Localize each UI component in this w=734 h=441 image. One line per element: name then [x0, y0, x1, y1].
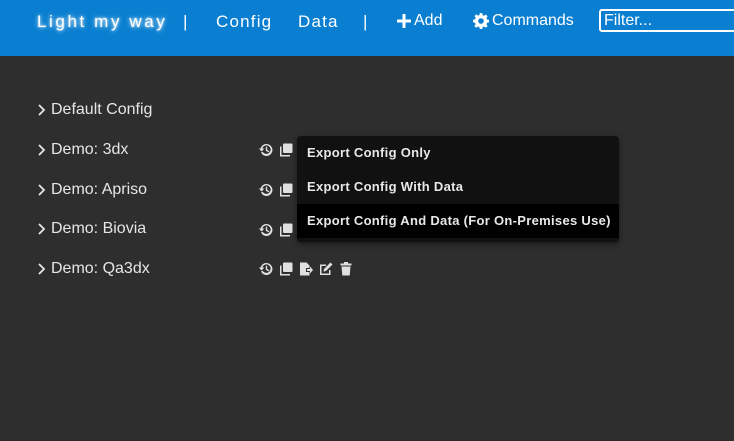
menu-item-export-config-with-data[interactable]: Export Config With Data: [297, 170, 619, 204]
export-menu: Export Config Only Export Config With Da…: [297, 136, 619, 242]
gear-icon: [473, 13, 489, 29]
config-item-label: Default Config: [51, 101, 153, 118]
history-icon[interactable]: [259, 183, 273, 197]
add-button[interactable]: Add: [397, 12, 442, 30]
nav-data-link[interactable]: Data: [298, 12, 339, 32]
config-tools-demo-qa3dx: [259, 262, 353, 276]
nav-config-link[interactable]: Config: [216, 12, 272, 32]
menu-item-export-config-only[interactable]: Export Config Only: [297, 136, 619, 170]
config-item-label: Demo: 3dx: [51, 141, 129, 158]
app-brand[interactable]: Light my way: [37, 12, 167, 32]
chevron-right-icon: [37, 223, 51, 235]
config-item-label: Demo: Qa3dx: [51, 260, 150, 277]
config-item-default-config[interactable]: Default Config: [37, 98, 152, 122]
copy-icon[interactable]: [279, 223, 293, 237]
history-icon[interactable]: [259, 143, 273, 157]
trash-icon[interactable]: [339, 262, 353, 276]
history-icon[interactable]: [259, 262, 273, 276]
commands-button[interactable]: Commands: [473, 12, 574, 30]
chevron-right-icon: [37, 104, 51, 116]
config-item-label: Demo: Apriso: [51, 181, 148, 198]
nav-separator: |: [363, 12, 368, 31]
plus-icon: [397, 14, 411, 28]
nav-separator: |: [183, 12, 188, 31]
menu-item-export-config-and-data-on-premises[interactable]: Export Config And Data (For On-Premises …: [297, 204, 619, 238]
copy-icon[interactable]: [279, 143, 293, 157]
top-navbar: Light my way | Config Data | Add Command…: [0, 0, 734, 56]
config-item-demo-3dx[interactable]: Demo: 3dx: [37, 138, 128, 162]
chevron-right-icon: [37, 144, 51, 156]
config-item-demo-biovia[interactable]: Demo: Biovia: [37, 217, 146, 241]
edit-icon[interactable]: [319, 262, 333, 276]
copy-icon[interactable]: [279, 183, 293, 197]
export-icon[interactable]: [299, 262, 313, 276]
chevron-right-icon: [37, 263, 51, 275]
config-tools-demo-3dx: [259, 143, 293, 157]
filter-input[interactable]: [599, 9, 734, 32]
config-item-demo-qa3dx[interactable]: Demo: Qa3dx: [37, 257, 150, 281]
add-button-label: Add: [414, 12, 443, 29]
config-tools-demo-apriso: [259, 183, 293, 197]
copy-icon[interactable]: [279, 262, 293, 276]
history-icon[interactable]: [259, 223, 273, 237]
config-item-demo-apriso[interactable]: Demo: Apriso: [37, 178, 147, 202]
config-item-label: Demo: Biovia: [51, 220, 147, 237]
commands-button-label: Commands: [492, 12, 574, 29]
config-tools-demo-biovia: [259, 223, 293, 237]
chevron-right-icon: [37, 184, 51, 196]
